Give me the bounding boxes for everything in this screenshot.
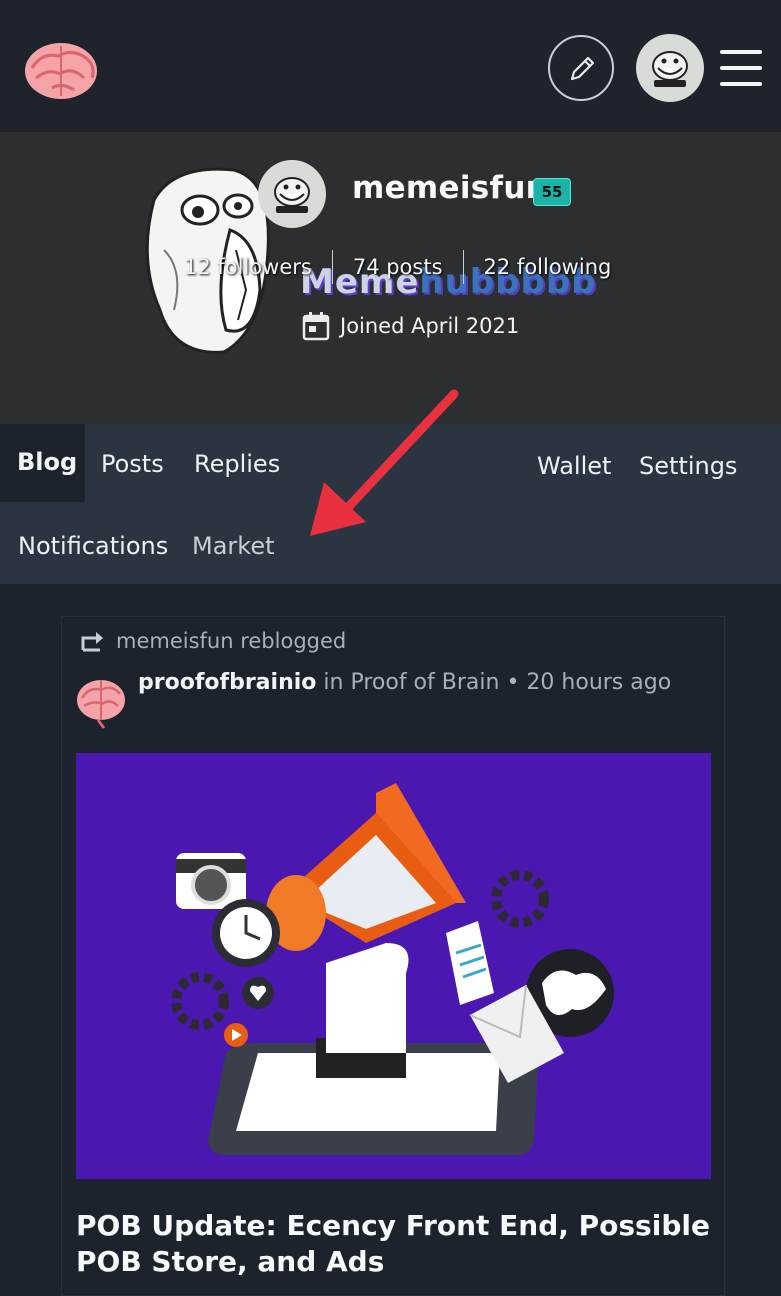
reputation-badge: 55 xyxy=(533,178,571,206)
joined-date: Joined April 2021 xyxy=(302,310,519,342)
hamburger-menu-icon[interactable] xyxy=(720,50,762,86)
tab-replies[interactable]: Replies xyxy=(194,450,280,478)
trollface-avatar-icon xyxy=(274,177,310,213)
post-thumbnail-megaphone-image[interactable] xyxy=(76,753,711,1179)
tab-market[interactable]: Market xyxy=(192,532,275,560)
following-count[interactable]: 22 following xyxy=(464,255,632,279)
tab-blog-label: Blog xyxy=(17,448,78,476)
user-avatar-button[interactable] xyxy=(636,34,704,102)
red-arrow-annotation-icon xyxy=(300,384,470,544)
reblog-icon xyxy=(81,632,103,652)
tab-notifications[interactable]: Notifications xyxy=(18,532,168,560)
reblog-text: memeisfun reblogged xyxy=(116,629,347,653)
create-post-button[interactable] xyxy=(548,35,614,101)
community-link[interactable]: Proof of Brain xyxy=(350,670,499,695)
author-avatar-brain-icon[interactable] xyxy=(74,676,128,730)
tab-posts[interactable]: Posts xyxy=(101,450,164,478)
posts-count: 74 posts xyxy=(352,255,443,279)
brain-logo-icon[interactable] xyxy=(22,38,100,104)
pencil-icon xyxy=(570,56,595,81)
profile-avatar[interactable] xyxy=(258,160,326,228)
post-meta: proofofbrainio in Proof of Brain • 20 ho… xyxy=(138,670,671,695)
followers-count[interactable]: 12 followers xyxy=(184,255,332,279)
meta-separator: • xyxy=(506,670,520,695)
reblog-info: memeisfun reblogged xyxy=(80,626,346,656)
calendar-icon xyxy=(302,312,330,341)
tab-settings[interactable]: Settings xyxy=(639,452,737,480)
post-author-link[interactable]: proofofbrainio xyxy=(138,670,316,695)
tab-wallet[interactable]: Wallet xyxy=(537,452,611,480)
trollface-avatar-icon xyxy=(652,51,688,87)
tab-blog[interactable]: Blog xyxy=(0,424,85,502)
post-title-link[interactable]: POB Update: Ecency Front End, Possible P… xyxy=(76,1208,736,1280)
post-time: 20 hours ago xyxy=(526,670,672,695)
profile-username: memeisfun xyxy=(352,170,549,206)
joined-text: Joined April 2021 xyxy=(340,314,520,338)
profile-stats: 12 followers 74 posts 22 following xyxy=(184,250,631,284)
community-prefix: in xyxy=(323,670,344,695)
